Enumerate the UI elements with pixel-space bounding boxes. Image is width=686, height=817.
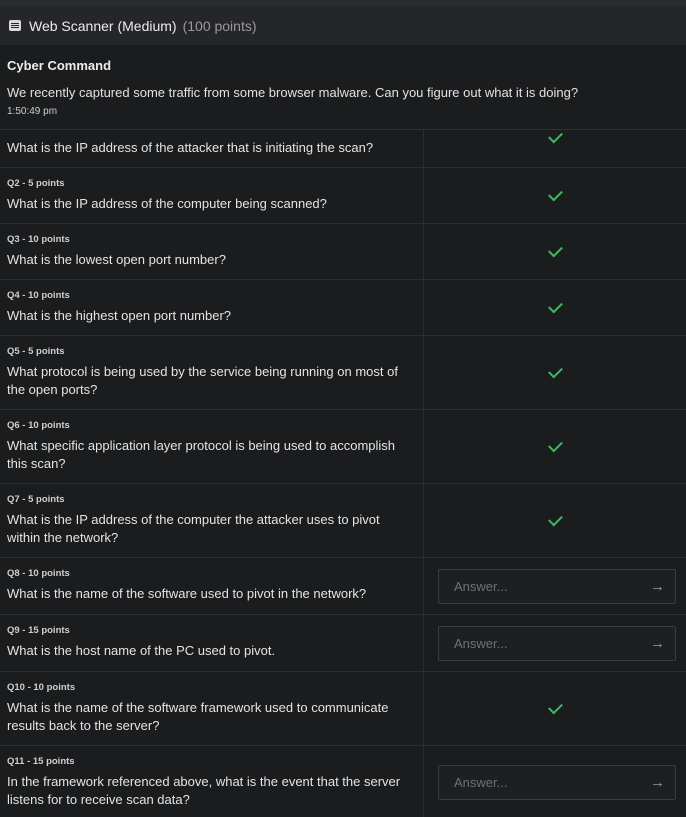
question-text: What is the host name of the PC used to … [7, 643, 276, 658]
question-text: What is the lowest open port number? [7, 252, 226, 267]
check-icon [547, 699, 563, 714]
question-row: Q9 - 15 points What is the host name of … [0, 615, 686, 672]
answer-input[interactable] [454, 635, 634, 651]
question-row: Q8 - 10 points What is the name of the s… [0, 558, 686, 615]
question-text: What is the highest open port number? [7, 308, 232, 323]
check-icon [547, 437, 563, 452]
question-text: In the framework referenced above, what … [7, 774, 401, 807]
check-icon [547, 242, 563, 257]
answer-input[interactable] [454, 578, 634, 594]
question-points: Q10 - 10 points [7, 682, 76, 693]
question-text: What is the IP address of the computer t… [7, 512, 380, 545]
question-text: What specific application layer protocol… [7, 438, 396, 471]
check-icon [547, 363, 563, 378]
question-row: Q5 - 5 points What protocol is being use… [0, 336, 686, 410]
arrow-right-icon[interactable]: → [650, 579, 665, 594]
question-list: What is the IP address of the attacker t… [0, 128, 686, 817]
question-points: Q11 - 15 points [7, 756, 75, 767]
challenge-description: We recently captured some traffic from s… [7, 85, 579, 100]
question-points: Q3 - 10 points [7, 234, 70, 245]
question-points: Q8 - 10 points [7, 568, 70, 579]
challenge-title: Web Scanner (Medium) [29, 17, 177, 34]
answer-field[interactable]: → [438, 625, 676, 661]
question-points: Q7 - 5 points [7, 494, 65, 505]
question-points: Q5 - 5 points [7, 346, 65, 357]
challenge-header[interactable]: Web Scanner (Medium) (100 points) [0, 6, 686, 45]
question-row: Q2 - 5 points What is the IP address of … [0, 168, 686, 224]
question-points: Q4 - 10 points [7, 290, 70, 301]
question-row: Q4 - 10 points What is the highest open … [0, 280, 686, 336]
challenge-intro: Cyber Command We recently captured some … [0, 45, 686, 129]
question-row: Q11 - 15 points In the framework referen… [0, 746, 686, 817]
arrow-right-icon[interactable]: → [650, 636, 665, 651]
question-row: Q6 - 10 points What specific application… [0, 410, 686, 484]
question-text: What protocol is being used by the servi… [7, 364, 398, 397]
question-row: What is the IP address of the attacker t… [0, 128, 686, 168]
arrow-right-icon[interactable]: → [650, 775, 665, 790]
organization-name: Cyber Command [7, 58, 112, 73]
challenge-points: (100 points) [182, 17, 257, 34]
question-row: Q10 - 10 points What is the name of the … [0, 672, 686, 746]
answer-field[interactable]: → [438, 568, 676, 604]
check-icon [547, 511, 563, 526]
timestamp: 1:50:49 pm [7, 106, 58, 117]
question-points: Q9 - 15 points [7, 625, 70, 636]
list-icon [9, 20, 21, 31]
question-row: Q7 - 5 points What is the IP address of … [0, 484, 686, 558]
question-row: Q3 - 10 points What is the lowest open p… [0, 224, 686, 280]
question-text: What is the IP address of the attacker t… [7, 140, 374, 155]
answer-input[interactable] [454, 775, 634, 790]
question-text: What is the name of the software framewo… [7, 700, 389, 733]
answer-field[interactable]: → [438, 765, 676, 800]
question-text: What is the name of the software used to… [7, 586, 367, 601]
question-points: Q2 - 5 points [7, 178, 65, 189]
check-icon [547, 128, 563, 144]
question-text: What is the IP address of the computer b… [7, 196, 327, 211]
check-icon [547, 186, 563, 201]
question-points: Q6 - 10 points [7, 420, 70, 431]
check-icon [547, 298, 563, 313]
